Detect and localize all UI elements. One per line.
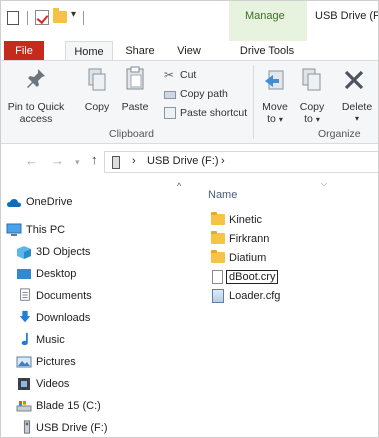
paste-shortcut-button[interactable]: Paste shortcut xyxy=(164,107,247,119)
paste-shortcut-icon xyxy=(164,107,176,119)
cube-icon xyxy=(17,246,31,259)
chevron-down-icon: ▾ xyxy=(315,115,320,124)
back-arrow-icon[interactable]: ← xyxy=(25,153,38,168)
toolbar-divider xyxy=(27,11,28,25)
file-list: ⌵ Name Kinetic Firkrann Diatium dBoot.cr… xyxy=(208,179,328,303)
explorer-window: ▾ Manage USB Drive (F:) File Home Share … xyxy=(0,0,379,438)
sidebar-item-documents[interactable]: Documents xyxy=(1,286,177,306)
navigation-pane: OneDrive This PC 3D Objects Desktop Docu… xyxy=(1,179,177,437)
cloud-icon xyxy=(7,199,21,207)
breadcrumb-separator[interactable]: › xyxy=(221,155,225,167)
move-to-icon xyxy=(265,70,284,90)
folder-icon xyxy=(211,212,225,225)
checkmark-icon[interactable] xyxy=(35,10,49,25)
sidebar-item-downloads[interactable]: Downloads xyxy=(1,308,177,328)
ribbon: Pin to Quick access Copy Paste ✂ Cut Cop… xyxy=(1,60,378,144)
sidebar-item-music[interactable]: Music xyxy=(1,330,177,350)
computer-icon xyxy=(6,223,22,236)
chevron-down-icon: ▾ xyxy=(354,114,359,123)
film-icon xyxy=(18,378,30,390)
breadcrumb-separator[interactable]: › xyxy=(132,155,136,167)
tab-share[interactable]: Share xyxy=(118,41,162,61)
file-icon xyxy=(212,270,223,284)
pin-icon xyxy=(27,69,45,88)
sidebar-item-onedrive[interactable]: OneDrive xyxy=(1,192,177,212)
ribbon-tabs: File Home Share View Drive Tools xyxy=(1,41,378,61)
group-divider xyxy=(253,65,254,139)
toolbar-divider xyxy=(83,11,84,25)
customize-quick-access-icon[interactable]: ▾ xyxy=(71,9,76,20)
download-arrow-icon xyxy=(19,310,31,323)
rename-field[interactable]: dBoot.cry xyxy=(226,270,279,284)
tab-drive-tools[interactable]: Drive Tools xyxy=(231,41,303,61)
copy-icon xyxy=(88,68,106,91)
sort-chevron-icon[interactable]: ⌵ xyxy=(321,179,327,189)
properties-icon[interactable] xyxy=(7,11,19,25)
new-folder-icon[interactable] xyxy=(53,8,67,23)
sidebar-item-this-pc[interactable]: This PC xyxy=(1,220,177,240)
desktop-icon xyxy=(17,269,31,279)
sidebar-item-blade-15[interactable]: Blade 15 (C:) xyxy=(1,396,177,416)
copy-to-icon xyxy=(302,68,321,91)
drive-icon xyxy=(16,401,32,412)
forward-arrow-icon[interactable]: → xyxy=(51,153,64,168)
manage-label: Manage xyxy=(245,10,285,22)
music-note-icon xyxy=(21,332,28,346)
copy-path-button[interactable]: Copy path xyxy=(164,88,228,100)
recent-locations-icon[interactable]: ▾ xyxy=(75,157,80,168)
sidebar-item-3d-objects[interactable]: 3D Objects xyxy=(1,242,177,262)
pictures-icon xyxy=(16,356,32,368)
sidebar-item-pictures[interactable]: Pictures xyxy=(1,352,177,372)
copy-path-icon xyxy=(164,91,176,99)
navigation-bar: ← → ▾ ↑ › USB Drive (F:) › xyxy=(1,147,378,177)
folder-icon xyxy=(211,250,225,263)
window-title: USB Drive (F:) xyxy=(315,10,379,22)
organize-group-label: Organize xyxy=(318,128,361,140)
documents-icon xyxy=(20,288,30,301)
tab-view[interactable]: View xyxy=(165,41,213,61)
usb-drive-icon xyxy=(23,420,31,434)
address-bar[interactable]: › USB Drive (F:) › xyxy=(104,151,378,173)
usb-drive-icon xyxy=(112,156,120,169)
scissors-icon: ✂ xyxy=(164,68,175,82)
tab-home[interactable]: Home xyxy=(65,41,113,61)
config-file-icon xyxy=(212,289,224,303)
cut-button[interactable]: ✂ Cut xyxy=(164,69,196,81)
up-arrow-icon[interactable]: ↑ xyxy=(91,152,98,167)
sidebar-item-videos[interactable]: Videos xyxy=(1,374,177,394)
clipboard-group-label: Clipboard xyxy=(109,128,154,140)
column-header-name[interactable]: Name xyxy=(208,189,237,201)
clipboard-icon xyxy=(126,66,144,90)
breadcrumb-location[interactable]: USB Drive (F:) xyxy=(147,155,219,167)
folder-icon xyxy=(211,231,225,244)
tab-file[interactable]: File xyxy=(4,41,44,61)
sidebar-item-usb-drive[interactable]: USB Drive (F:) xyxy=(1,418,177,437)
delete-x-icon xyxy=(344,70,364,90)
scroll-up-arrow-icon[interactable]: ^ xyxy=(177,181,181,191)
sidebar-item-desktop[interactable]: Desktop xyxy=(1,264,177,284)
chevron-down-icon: ▾ xyxy=(278,115,283,124)
title-bar: ▾ Manage USB Drive (F:) xyxy=(1,1,379,41)
